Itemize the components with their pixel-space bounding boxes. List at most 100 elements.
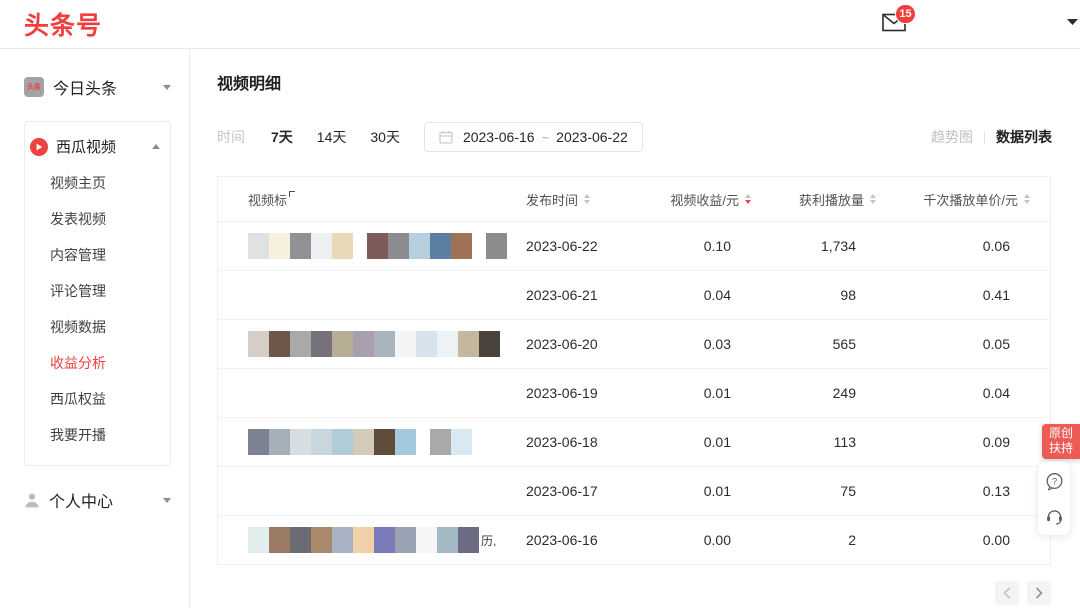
sidebar-item-6[interactable]: 西瓜权益 — [25, 381, 170, 417]
sidebar-item-7[interactable]: 我要开播 — [25, 417, 170, 453]
title-fragment-text: 历, — [481, 532, 496, 549]
cell-video-title — [218, 320, 508, 368]
top-bar: 头条号 15 — [0, 0, 1080, 49]
question-bubble-icon: ? — [1045, 472, 1064, 491]
help-card: ? — [1037, 461, 1071, 536]
cell-video-revenue: 0.00 — [626, 516, 751, 564]
cell-monetized-plays: 1,734 — [751, 222, 876, 270]
account-label: 今日头条 — [53, 75, 117, 99]
pagination — [217, 581, 1051, 605]
time-range-button-0[interactable]: 7天 — [271, 127, 293, 147]
toutiao-app-icon: 头条 — [24, 77, 44, 97]
sidebar-section-xigua[interactable]: 西瓜视频 — [25, 134, 170, 159]
page-title: 视频明细 — [217, 75, 1052, 94]
column-label: 发布时间 — [526, 190, 578, 209]
section-label: 西瓜视频 — [56, 136, 116, 157]
cell-publish-date: 2023-06-17 — [508, 467, 626, 515]
sidebar-item-4[interactable]: 视频数据 — [25, 309, 170, 345]
account-switcher[interactable]: 头条 今日头条 — [24, 75, 171, 99]
time-range-button-2[interactable]: 30天 — [370, 127, 400, 147]
cell-monetized-plays: 2 — [751, 516, 876, 564]
column-header-4[interactable]: 千次播放单价/元 — [876, 177, 1050, 221]
table-row-2023-06-16: 历,2023-06-160.0020.00 — [218, 515, 1050, 564]
view-tabs: 趋势图 数据列表 — [931, 127, 1052, 147]
help-button[interactable]: ? — [1045, 472, 1064, 491]
chevron-down-icon — [163, 85, 171, 90]
sidebar-item-5[interactable]: 收益分析 — [25, 345, 170, 381]
cell-cpm: 0.00 — [876, 516, 1050, 564]
chevron-up-icon — [152, 144, 160, 149]
svg-text:?: ? — [1051, 476, 1056, 487]
table-row-2023-06-17: 2023-06-170.01750.13 — [218, 466, 1050, 515]
badge-line-2: 扶持 — [1049, 441, 1073, 456]
column-label: 获利播放量 — [799, 190, 864, 209]
tab-trend-chart[interactable]: 趋势图 — [931, 127, 973, 147]
table-row-2023-06-21: 2023-06-210.04980.41 — [218, 270, 1050, 319]
person-icon — [24, 492, 40, 508]
xigua-section-card: 西瓜视频 视频主页发表视频内容管理评论管理视频数据收益分析西瓜权益我要开播 — [24, 121, 171, 466]
sidebar-item-0[interactable]: 视频主页 — [25, 165, 170, 201]
chevron-down-icon — [163, 498, 171, 503]
cell-cpm: 0.04 — [876, 369, 1050, 417]
table-body: 2023-06-220.101,7340.062023-06-210.04980… — [218, 221, 1050, 564]
prev-page-button[interactable] — [995, 581, 1019, 605]
censored-thumbnail-mosaic — [248, 331, 500, 357]
sort-arrows-icon[interactable] — [1024, 194, 1030, 204]
column-header-1[interactable]: 发布时间 — [508, 177, 626, 221]
table-row-2023-06-19: 2023-06-190.012490.04 — [218, 368, 1050, 417]
time-filter-label: 时间 — [217, 127, 245, 147]
table-header-row: 视频标 发布时间 视频收益/元 获利播放量 千次播放单价/元 — [218, 177, 1050, 221]
column-label: 视频标 — [248, 190, 287, 209]
cell-video-revenue: 0.01 — [626, 467, 751, 515]
floating-widgets: 原创 扶持 ? — [1037, 424, 1080, 536]
time-range-button-1[interactable]: 14天 — [317, 127, 347, 147]
date-range-start: 2023-06-16 — [463, 129, 535, 145]
cell-video-title — [218, 222, 508, 270]
sidebar: 头条 今日头条 西瓜视频 视频主页发表视频内容管理评论管理视频数据收益分析西瓜权… — [0, 49, 190, 608]
date-range-picker[interactable]: 2023-06-16 ~ 2023-06-22 — [424, 122, 643, 152]
sidebar-menu: 视频主页发表视频内容管理评论管理视频数据收益分析西瓜权益我要开播 — [25, 165, 170, 453]
cell-video-title: 历, — [218, 516, 508, 564]
cell-publish-date: 2023-06-16 — [508, 516, 626, 564]
filter-row: 时间 7天 14天 30天 2023-06-16 ~ 2023-06-22 趋势图 … — [217, 122, 1052, 152]
sort-arrows-icon[interactable] — [584, 194, 590, 204]
sidebar-item-3[interactable]: 评论管理 — [25, 273, 170, 309]
headset-icon — [1045, 507, 1064, 525]
table-row-2023-06-18: 2023-06-180.011130.09 — [218, 417, 1050, 466]
calendar-icon — [439, 130, 453, 144]
badge-line-1: 原创 — [1049, 426, 1073, 441]
cell-video-title — [218, 467, 508, 515]
cell-monetized-plays: 98 — [751, 271, 876, 319]
cell-video-revenue: 0.10 — [626, 222, 751, 270]
cell-cpm: 0.06 — [876, 222, 1050, 270]
sidebar-item-2[interactable]: 内容管理 — [25, 237, 170, 273]
user-menu-caret-icon[interactable] — [1067, 19, 1078, 25]
original-support-badge[interactable]: 原创 扶持 — [1042, 424, 1080, 459]
column-header-2[interactable]: 视频收益/元 — [626, 177, 751, 221]
app-root: 头条号 15 头条 今日头条 西瓜视频 — [0, 0, 1080, 607]
cell-monetized-plays: 75 — [751, 467, 876, 515]
cell-publish-date: 2023-06-19 — [508, 369, 626, 417]
table-row-2023-06-20: 2023-06-200.035650.05 — [218, 319, 1050, 368]
column-header-0: 视频标 — [218, 177, 508, 221]
censored-thumbnail-mosaic — [248, 429, 472, 455]
column-label: 千次播放单价/元 — [923, 190, 1018, 209]
sidebar-item-1[interactable]: 发表视频 — [25, 201, 170, 237]
xigua-video-icon — [30, 138, 48, 156]
support-button[interactable] — [1045, 507, 1064, 525]
cell-monetized-plays: 113 — [751, 418, 876, 466]
mail-unread-badge: 15 — [895, 4, 916, 24]
next-page-button[interactable] — [1027, 581, 1051, 605]
cell-video-title — [218, 271, 508, 319]
cell-cpm: 0.13 — [876, 467, 1050, 515]
tab-divider — [984, 131, 985, 144]
cell-publish-date: 2023-06-21 — [508, 271, 626, 319]
column-header-3[interactable]: 获利播放量 — [751, 177, 876, 221]
tab-data-list[interactable]: 数据列表 — [996, 127, 1052, 147]
sidebar-profile[interactable]: 个人中心 — [24, 488, 171, 512]
video-data-table: 视频标发布时间视频收益/元获利播放量千次播放单价/元 2023-06-220.1… — [217, 176, 1051, 565]
main-content: 视频明细 时间 7天 14天 30天 2023-06-16 ~ 2023-06-22… — [190, 49, 1080, 608]
cell-cpm: 0.09 — [876, 418, 1050, 466]
cell-video-title — [218, 369, 508, 417]
mail-button[interactable]: 15 — [882, 13, 908, 35]
